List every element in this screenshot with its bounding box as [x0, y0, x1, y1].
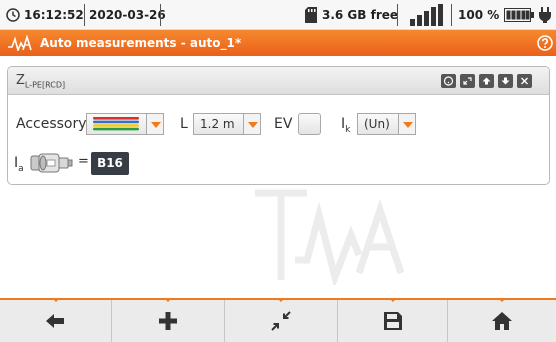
- storage-free: 3.6 GB free: [322, 8, 399, 22]
- panel-up-button[interactable]: [479, 74, 494, 88]
- title-bar: Auto measurements - auto_1*: [0, 30, 556, 56]
- test-lead-stripe: [93, 124, 139, 127]
- bottom-toolbar: [0, 298, 556, 342]
- status-separator: [397, 4, 398, 26]
- ik-select[interactable]: (Un): [357, 113, 399, 135]
- panel-expand-button[interactable]: [460, 74, 475, 88]
- sd-card-icon: [305, 0, 317, 30]
- status-separator: [84, 4, 85, 26]
- back-button[interactable]: [0, 298, 112, 342]
- close-icon: [521, 77, 528, 85]
- test-lead-stripe: [93, 117, 139, 120]
- panel-title-sub: L-PE[RCD]: [24, 80, 66, 90]
- battery-icon: [504, 0, 534, 30]
- accessory-select[interactable]: [86, 113, 147, 135]
- ia-label-sub: a: [18, 163, 24, 174]
- panel-down-button[interactable]: [498, 74, 513, 88]
- ik-dropdown-arrow[interactable]: [399, 113, 416, 135]
- panel-close-button[interactable]: [517, 74, 532, 88]
- up-icon: [482, 77, 491, 85]
- length-select[interactable]: 1.2 m: [193, 113, 244, 135]
- clock-icon: [6, 0, 20, 30]
- status-bar: 16:12:52 2020-03-26 3.6 GB free 100 %: [0, 0, 556, 30]
- equals-sign: =: [78, 154, 89, 169]
- home-button[interactable]: [448, 298, 556, 342]
- fuse-icon[interactable]: [30, 152, 74, 174]
- status-date: 2020-03-26: [89, 8, 166, 22]
- ia-label: Ia: [14, 155, 24, 174]
- save-icon: [383, 312, 402, 330]
- status-separator: [451, 4, 452, 26]
- save-button[interactable]: [338, 298, 448, 342]
- length-dropdown-arrow[interactable]: [244, 113, 261, 135]
- accessory-dropdown-arrow[interactable]: [147, 113, 164, 135]
- length-label: L: [180, 116, 188, 132]
- ik-value: (Un): [364, 117, 390, 131]
- panel-help-button[interactable]: [441, 74, 456, 88]
- down-icon: [501, 77, 510, 85]
- test-leads-icon: [93, 117, 139, 131]
- fuse-value-badge[interactable]: B16: [91, 152, 129, 175]
- length-value: 1.2 m: [200, 117, 235, 131]
- test-lead-stripe: [93, 120, 139, 124]
- auto-measurement-icon: [8, 35, 32, 51]
- accessory-label: Accessory: [16, 116, 87, 132]
- help-icon: [443, 76, 454, 86]
- ev-label: EV: [274, 116, 293, 132]
- watermark-logo: [255, 189, 405, 285]
- panel-header: ZL-PE[RCD]: [8, 67, 549, 95]
- status-time: 16:12:52: [24, 8, 84, 22]
- back-icon: [45, 314, 64, 328]
- window-title: Auto measurements - auto_1*: [40, 36, 242, 50]
- ik-label-sub: k: [345, 124, 351, 135]
- collapse-icon: [271, 311, 291, 331]
- home-icon: [492, 312, 512, 330]
- status-separator: [160, 4, 161, 26]
- panel-title: ZL-PE[RCD]: [16, 73, 65, 90]
- ev-checkbox[interactable]: [298, 113, 321, 135]
- panel-title-main: Z: [16, 73, 25, 88]
- add-button[interactable]: [112, 298, 225, 342]
- test-lead-stripe: [93, 127, 139, 131]
- signal-bars-icon: [410, 0, 446, 30]
- help-icon[interactable]: [537, 35, 553, 51]
- add-icon: [159, 312, 177, 330]
- ik-label: Ik: [341, 116, 350, 135]
- screen: 16:12:52 2020-03-26 3.6 GB free 100 % Au…: [0, 0, 556, 342]
- collapse-button[interactable]: [225, 298, 338, 342]
- plug-icon: [539, 0, 551, 30]
- expand-icon: [463, 77, 472, 85]
- battery-percent: 100 %: [458, 8, 500, 22]
